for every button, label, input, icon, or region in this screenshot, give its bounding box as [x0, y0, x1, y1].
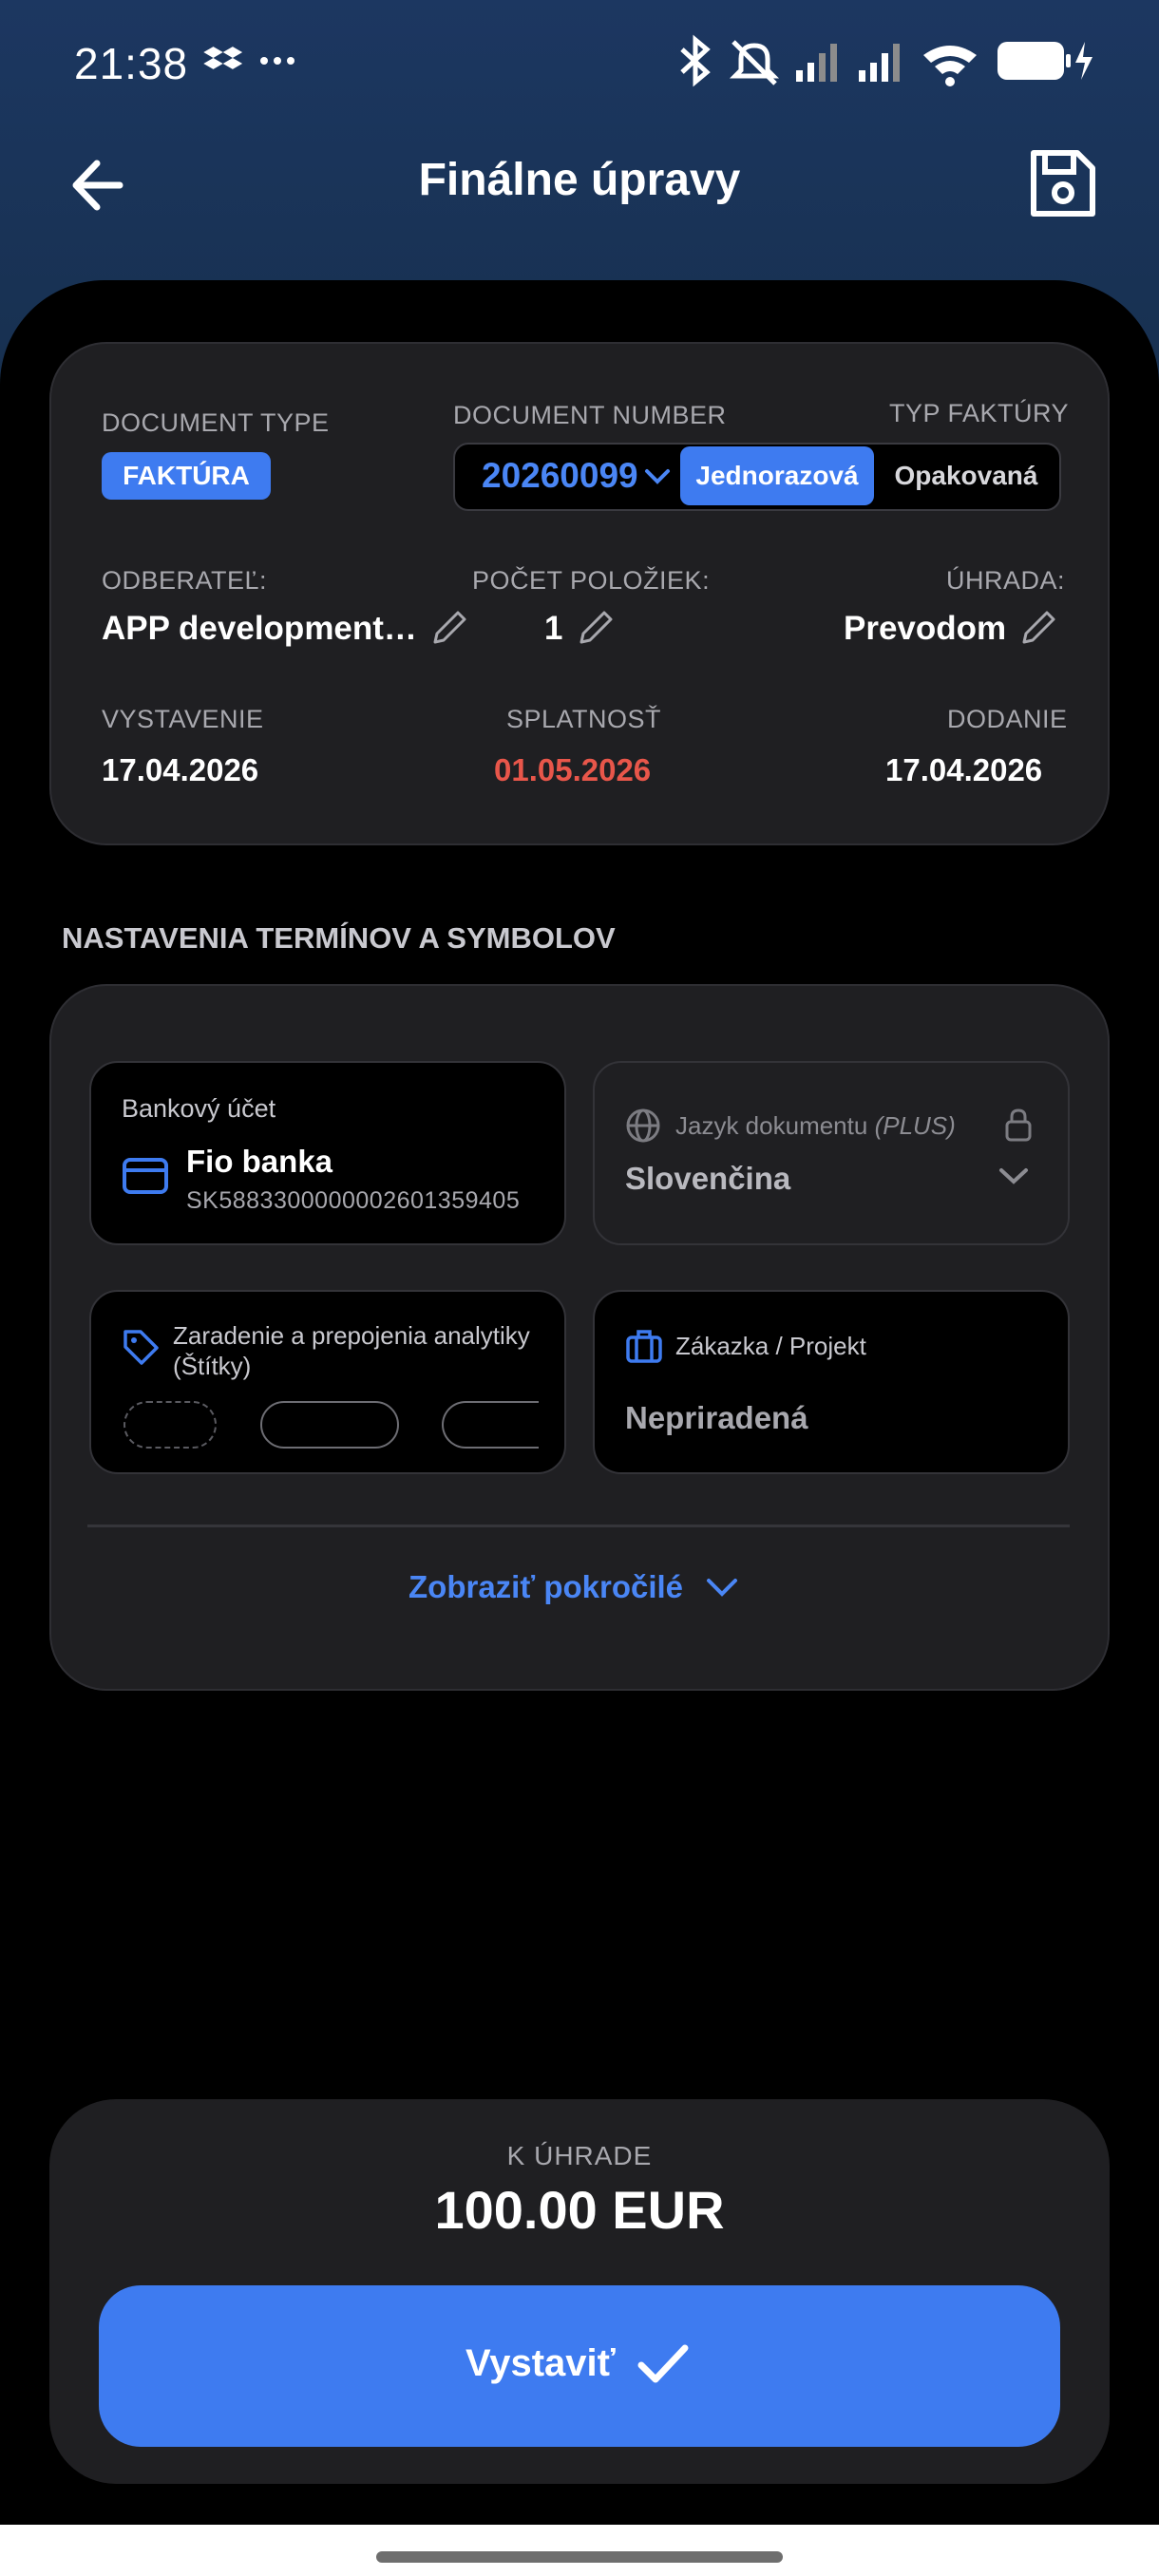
items-count-label: POČET POLOŽIEK:: [472, 566, 711, 595]
checkmark-icon: [637, 2344, 689, 2383]
edit-pencil-icon[interactable]: [1018, 608, 1058, 648]
issue-date-label: VYSTAVENIE: [102, 705, 264, 733]
tag-chip[interactable]: [260, 1401, 399, 1449]
chevron-down-icon[interactable]: [643, 464, 672, 488]
issue-invoice-button[interactable]: Vystaviť: [99, 2285, 1060, 2447]
issue-date-value[interactable]: 17.04.2026: [102, 752, 258, 788]
payment-value: Prevodom: [844, 610, 1007, 647]
delivery-date-value[interactable]: 17.04.2026: [885, 752, 1042, 788]
chevron-down-icon[interactable]: [998, 1165, 1030, 1187]
status-bar: 21:38: [0, 0, 1159, 123]
page-title: Finálne úpravy: [418, 155, 741, 205]
add-tag-chip[interactable]: [124, 1401, 217, 1449]
document-number-select[interactable]: 20260099: [482, 456, 638, 496]
home-indicator[interactable]: [376, 2551, 783, 2563]
bank-account-label: Bankový účet: [122, 1094, 276, 1123]
document-language-label: Jazyk dokumentu (PLUS): [675, 1111, 956, 1141]
due-date-label: SPLATNOSŤ: [506, 705, 662, 733]
invoice-type-onetime[interactable]: Jednorazová: [680, 446, 874, 505]
save-icon[interactable]: [1024, 147, 1098, 221]
due-date-value[interactable]: 01.05.2026: [494, 752, 651, 788]
payment-label: ÚHRADA:: [946, 566, 1066, 595]
project-value: Nepriradená: [625, 1400, 808, 1435]
bell-muted-icon: [729, 40, 780, 85]
document-language-box[interactable]: [593, 1061, 1070, 1245]
globe-icon: [626, 1108, 660, 1143]
document-number-label: DOCUMENT NUMBER: [453, 401, 727, 429]
issue-invoice-label: Vystaviť: [466, 2342, 616, 2384]
tag-chip[interactable]: [442, 1401, 539, 1449]
home-indicator-bar: [0, 2525, 1159, 2576]
wifi-icon: [923, 46, 977, 86]
show-advanced-link[interactable]: Zobraziť pokročilé: [408, 1569, 683, 1605]
charging-icon: [1075, 42, 1092, 80]
tags-label: Zaradenie a prepojenia analytiky (Štítky…: [173, 1320, 530, 1381]
customer-value: APP development…: [102, 610, 417, 647]
items-count-value: 1: [544, 610, 563, 647]
project-label: Zákazka / Projekt: [675, 1332, 866, 1360]
chevron-down-icon[interactable]: [705, 1575, 739, 1600]
document-type-badge: FAKTÚRA: [102, 452, 271, 500]
lock-icon: [1005, 1108, 1032, 1142]
edit-pencil-icon[interactable]: [429, 608, 469, 648]
status-time: 21:38: [74, 39, 189, 88]
status-left-icons: [200, 42, 304, 85]
signal-icon: [796, 44, 837, 82]
tag-icon: [124, 1330, 159, 1365]
edit-pencil-icon[interactable]: [576, 608, 616, 648]
bluetooth-icon: [680, 34, 711, 87]
total-amount: 100.00 EUR: [434, 2180, 725, 2240]
document-language-value: Slovenčina: [625, 1161, 791, 1196]
tags-label-line1: Zaradenie a prepojenia analytiky: [173, 1321, 530, 1350]
battery-icon: [998, 42, 1071, 80]
dropbox-icon: [203, 47, 294, 69]
delivery-date-label: DODANIE: [947, 705, 1068, 733]
credit-card-icon: [123, 1158, 168, 1194]
plus-badge: (PLUS): [874, 1111, 956, 1140]
customer-label: ODBERATEĽ:: [102, 566, 268, 595]
total-label: K ÚHRADE: [506, 2141, 653, 2170]
bank-name: Fio banka: [186, 1144, 333, 1179]
invoice-type-label: TYP FAKTÚRY: [889, 399, 1070, 427]
briefcase-icon: [626, 1330, 662, 1363]
section-title: NASTAVENIA TERMÍNOV A SYMBOLOV: [62, 921, 616, 955]
document-language-label-text: Jazyk dokumentu: [675, 1111, 868, 1140]
invoice-type-recurring[interactable]: Opakovaná: [877, 446, 1055, 505]
signal-icon: [859, 44, 900, 82]
divider: [87, 1525, 1070, 1527]
document-number-row: 20260099 Jednorazová Opakovaná: [453, 443, 1061, 511]
tags-label-line2: (Štítky): [173, 1352, 252, 1380]
bank-iban: SK5883300000002601359405: [186, 1187, 521, 1214]
project-box[interactable]: [593, 1290, 1070, 1474]
status-right-icons: [674, 34, 1102, 92]
document-type-label: DOCUMENT TYPE: [102, 408, 330, 437]
